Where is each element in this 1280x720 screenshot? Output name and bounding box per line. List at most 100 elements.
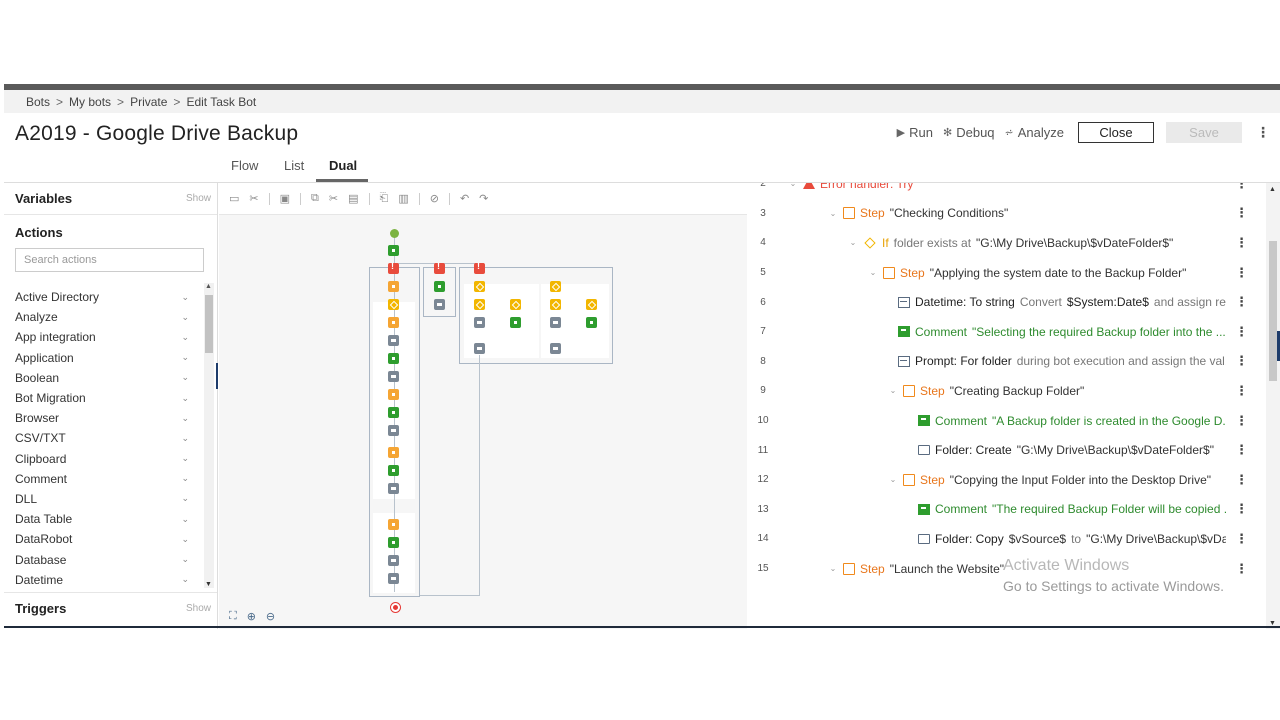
clipboard-icon[interactable]: ▥ [398, 192, 408, 205]
list-row[interactable]: 10 Comment "A Backup folder is created in … [748, 406, 1254, 436]
flow-node-folder[interactable] [388, 483, 399, 494]
more-options-icon[interactable]: ⋮ [1256, 124, 1270, 141]
flow-node-comment[interactable] [434, 281, 445, 292]
flow-node-action[interactable] [550, 343, 561, 354]
row-options-icon[interactable]: ⋮ [1235, 413, 1248, 429]
recorder-icon[interactable]: ✂ [249, 192, 258, 205]
chevron-down-icon[interactable]: ⌄ [181, 292, 189, 303]
action-item[interactable]: Data Table ⌄ [4, 509, 204, 529]
tab-flow[interactable]: Flow [231, 158, 258, 173]
chevron-down-icon[interactable]: ⌄ [181, 332, 189, 343]
chevron-down-icon[interactable]: ⌄ [181, 554, 189, 565]
flow-node-action[interactable] [434, 299, 445, 310]
action-item[interactable]: Comment ⌄ [4, 469, 204, 489]
breadcrumb-bots[interactable]: Bots [26, 95, 50, 109]
action-item[interactable]: Boolean ⌄ [4, 368, 204, 388]
close-button[interactable]: Close [1078, 122, 1154, 143]
row-options-icon[interactable]: ⋮ [1235, 324, 1248, 340]
list-row[interactable]: 7 Comment "Selecting the required Backup f… [748, 317, 1254, 347]
chevron-down-icon[interactable]: ⌄ [181, 372, 189, 383]
breadcrumb-private[interactable]: Private [130, 95, 167, 109]
row-options-icon[interactable]: ⋮ [1235, 442, 1248, 458]
row-options-icon[interactable]: ⋮ [1235, 561, 1248, 577]
chevron-down-icon[interactable]: ⌄ [181, 534, 189, 545]
action-item[interactable]: Browser ⌄ [4, 408, 204, 428]
flow-node-comment[interactable] [586, 317, 597, 328]
flow-node-error-handler[interactable] [388, 261, 399, 274]
variables-header[interactable]: Variables Show [4, 183, 217, 215]
search-actions-input[interactable]: Search actions [15, 248, 204, 272]
paste-icon[interactable]: ⎗ [380, 192, 389, 205]
list-row[interactable]: 14 Folder: Copy $vSource$ to "G:\My Drive\Ba… [748, 524, 1254, 554]
chevron-down-icon[interactable]: ⌄ [181, 413, 189, 424]
chevron-down-icon[interactable]: ⌄ [181, 574, 189, 585]
collapse-toggle-icon[interactable]: ⌄ [828, 209, 838, 218]
flow-node-action[interactable] [388, 555, 399, 566]
row-options-icon[interactable]: ⋮ [1235, 501, 1248, 517]
collapse-toggle-icon[interactable]: ⌄ [828, 564, 838, 573]
chevron-down-icon[interactable]: ⌄ [181, 393, 189, 404]
variables-show-link[interactable]: Show [186, 193, 211, 204]
row-options-icon[interactable]: ⋮ [1235, 265, 1248, 281]
row-options-icon[interactable]: ⋮ [1235, 205, 1248, 221]
flow-node-comment[interactable] [388, 407, 399, 418]
save-button[interactable]: Save [1166, 122, 1242, 143]
flow-node-step[interactable] [388, 447, 399, 458]
triggers-show-link[interactable]: Show [186, 603, 211, 614]
chevron-down-icon[interactable]: ⌄ [181, 514, 189, 525]
flow-node-comment[interactable] [388, 353, 399, 364]
list-row[interactable]: 2 ⌄ Error handler: Try ⋮ [748, 183, 1254, 199]
scrollbar-thumb[interactable] [1269, 241, 1277, 381]
list-scrollbar[interactable]: ▲ ▼ [1266, 183, 1280, 629]
flow-end-node[interactable] [391, 603, 400, 612]
chevron-down-icon[interactable]: ⌄ [181, 453, 189, 464]
record-icon[interactable]: ▭ [229, 192, 239, 205]
list-row[interactable]: 13 Comment "The required Backup Folder wil… [748, 495, 1254, 525]
row-options-icon[interactable]: ⋮ [1235, 353, 1248, 369]
action-item[interactable]: Active Directory ⌄ [4, 287, 204, 307]
flow-node-step[interactable] [388, 317, 399, 328]
tab-dual[interactable]: Dual [329, 158, 357, 173]
action-item[interactable]: Datetime ⌄ [4, 570, 204, 590]
flow-node-action[interactable] [550, 317, 561, 328]
collapse-toggle-icon[interactable]: ⌄ [788, 183, 798, 188]
flow-node-step[interactable] [388, 519, 399, 530]
action-item[interactable]: App integration ⌄ [4, 327, 204, 347]
copy-icon[interactable]: ⧉ [311, 192, 319, 205]
zoom-in-icon[interactable]: ⊕ [247, 610, 256, 623]
image-icon[interactable]: ▣ [280, 192, 290, 205]
action-item[interactable]: Clipboard ⌄ [4, 449, 204, 469]
list-row[interactable]: 8 Prompt: For folder during bot execution … [748, 347, 1254, 377]
chevron-down-icon[interactable]: ⌄ [181, 433, 189, 444]
list-row[interactable]: 4 ⌄ If folder exists at "G:\My Drive\Backup\… [748, 228, 1254, 258]
flow-node-comment[interactable] [510, 317, 521, 328]
action-item[interactable]: Analyze ⌄ [4, 307, 204, 327]
triggers-header[interactable]: Triggers Show [4, 592, 217, 624]
scroll-up-icon[interactable]: ▲ [205, 283, 212, 290]
collapse-toggle-icon[interactable]: ⌄ [888, 475, 898, 484]
row-options-icon[interactable]: ⋮ [1235, 531, 1248, 547]
list-row[interactable]: 5 ⌄ Step "Applying the system date to the B… [748, 258, 1254, 288]
flow-node-if[interactable] [510, 299, 521, 310]
flow-node-if[interactable] [550, 281, 561, 292]
panel-resize-handle[interactable] [216, 363, 218, 389]
flow-start-node[interactable] [390, 229, 399, 238]
list-row[interactable]: 6 Datetime: To string Convert $System:Date$… [748, 287, 1254, 317]
flow-node-comment[interactable] [388, 465, 399, 476]
action-item[interactable]: CSV/TXT ⌄ [4, 428, 204, 448]
flow-node-action[interactable] [474, 317, 485, 328]
scroll-up-icon[interactable]: ▲ [1269, 186, 1276, 193]
action-item[interactable]: Application ⌄ [4, 348, 204, 368]
delete-icon[interactable]: ▤ [348, 192, 358, 205]
collapse-toggle-icon[interactable]: ⌄ [888, 386, 898, 395]
flow-node-catch[interactable] [434, 261, 445, 274]
chevron-down-icon[interactable]: ⌄ [181, 473, 189, 484]
flow-node-folder[interactable] [388, 425, 399, 436]
flow-node-step[interactable] [388, 389, 399, 400]
action-item[interactable]: Bot Migration ⌄ [4, 388, 204, 408]
action-item[interactable]: DLL ⌄ [4, 489, 204, 509]
row-options-icon[interactable]: ⋮ [1235, 472, 1248, 488]
list-row[interactable]: 12 ⌄ Step "Copying the Input Folder into th… [748, 465, 1254, 495]
debug-button[interactable]: ✻ Debuq [943, 125, 995, 140]
row-options-icon[interactable]: ⋮ [1235, 294, 1248, 310]
